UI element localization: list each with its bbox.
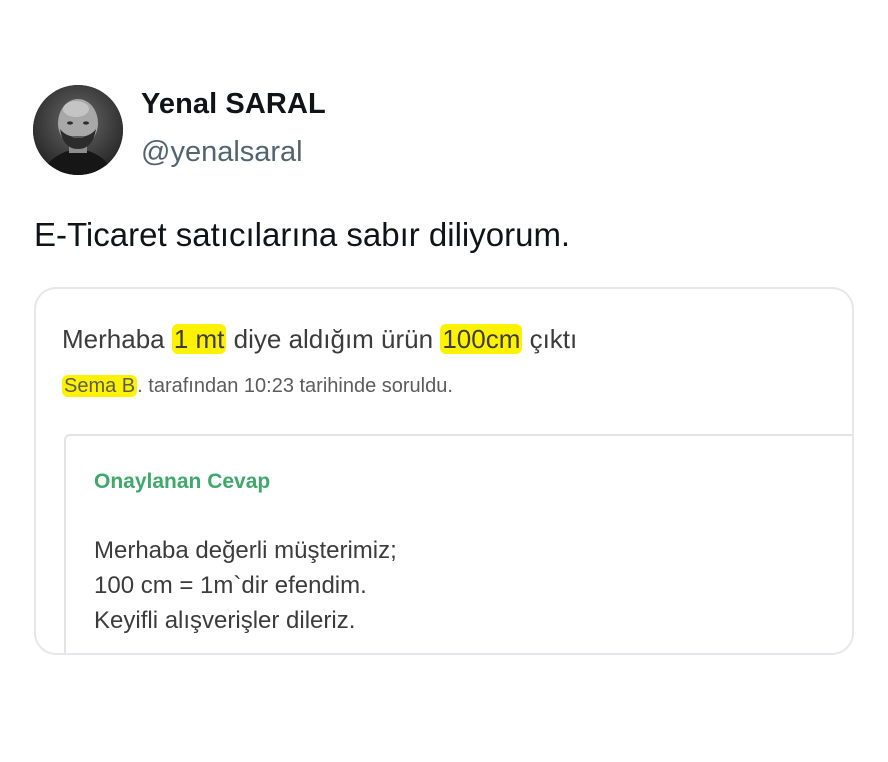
question-part: Merhaba — [62, 324, 172, 354]
answer-line: 100 cm = 1m`dir efendim. — [94, 572, 367, 599]
highlight-1-mt: 1 mt — [171, 324, 227, 354]
highlight-100cm: 100cm — [440, 324, 523, 354]
meta-rest: . tarafından 10:23 tarihinde soruldu. — [137, 375, 453, 397]
answer-title: Onaylanan Cevap — [94, 470, 271, 493]
tweet-text: E-Ticaret satıcılarına sabır diliyorum. — [34, 216, 571, 253]
question-meta: Sema B. tarafından 10:23 tarihinde sorul… — [62, 375, 453, 398]
embedded-qa-card: Merhaba 1 mt diye aldığım ürün 100cm çık… — [34, 287, 854, 655]
author-handle[interactable]: @yenalsaral — [141, 136, 303, 169]
user-avatar-photo-icon — [33, 85, 123, 175]
question-part: diye aldığım ürün — [226, 324, 441, 354]
answer-line: Keyifli alışverişler dileriz. — [94, 607, 356, 634]
question-text: Merhaba 1 mt diye aldığım ürün 100cm çık… — [62, 324, 577, 355]
answer-box: Onaylanan Cevap Merhaba değerli müşterim… — [64, 434, 852, 653]
answer-line: Merhaba değerli müşterimiz; — [94, 537, 397, 564]
author-name[interactable]: Yenal SARAL — [141, 88, 326, 121]
avatar[interactable] — [33, 85, 123, 175]
asker-name: Sema B — [62, 375, 138, 397]
question-part: çıktı — [522, 324, 578, 354]
